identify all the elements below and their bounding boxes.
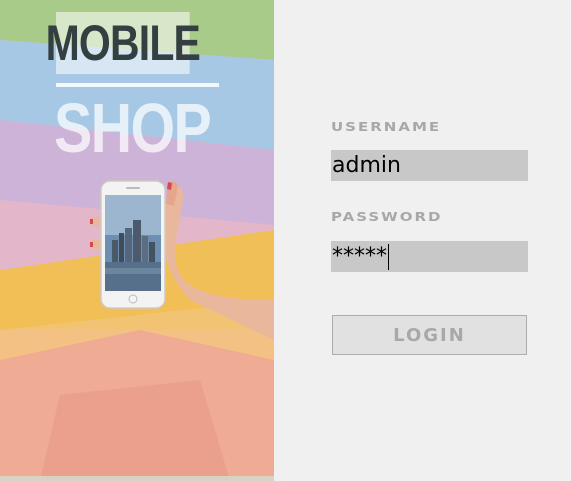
username-value: admin — [332, 153, 401, 178]
username-field[interactable]: admin — [331, 150, 528, 181]
password-field[interactable]: ***** — [331, 241, 528, 272]
password-value: ***** — [332, 244, 387, 269]
login-window: MOBILE SHOP USERNAME admin PASSWORD ****… — [0, 0, 571, 481]
text-caret — [388, 244, 389, 270]
logo-divider — [56, 83, 219, 87]
login-button[interactable]: LOGIN — [332, 315, 527, 355]
password-label: PASSWORD — [331, 209, 443, 225]
hero-image-panel: MOBILE SHOP — [0, 0, 274, 481]
logo-text-shop: SHOP — [54, 89, 212, 167]
logo-text-mobile: MOBILE — [46, 12, 201, 74]
username-label: USERNAME — [331, 119, 442, 135]
